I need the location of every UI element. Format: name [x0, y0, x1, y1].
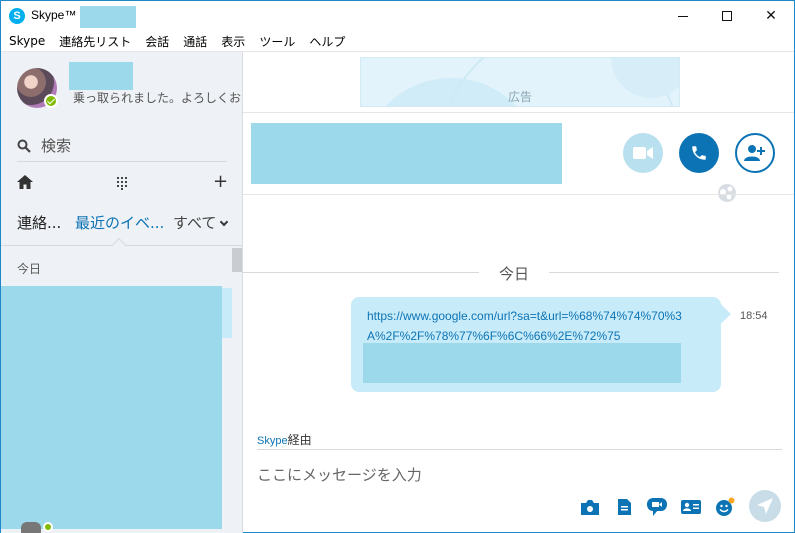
file-icon: [617, 499, 631, 515]
minimize-icon: [678, 15, 688, 17]
online-status-icon: [43, 522, 53, 532]
via-service: Skype: [257, 435, 288, 447]
redacted-title-name: [80, 6, 136, 28]
video-call-button[interactable]: [623, 133, 663, 173]
add-people-button[interactable]: [735, 133, 775, 173]
video-call-icon: [633, 147, 653, 159]
send-icon: [757, 498, 773, 514]
ad-banner[interactable]: 広告: [360, 57, 680, 107]
ad-label: 広告: [507, 90, 532, 104]
send-button[interactable]: [749, 490, 781, 522]
maximize-button[interactable]: [704, 1, 750, 31]
send-contact-button[interactable]: [681, 497, 701, 517]
sidebar-scrollbar[interactable]: [232, 248, 242, 272]
sidebar-toolbar: +: [17, 172, 228, 194]
divider: [549, 272, 779, 273]
message-link[interactable]: https://www.google.com/url?sa=t&url=%68%…: [367, 306, 687, 346]
menu-conversation[interactable]: 会話: [145, 33, 169, 50]
search-icon: [17, 139, 31, 153]
sidebar-tabs: 連絡... 最近のイベ... すべて: [1, 210, 242, 244]
menu-call[interactable]: 通話: [183, 33, 207, 50]
title-bar[interactable]: S Skype™ - ✕: [1, 1, 794, 31]
date-divider: 今日: [499, 265, 530, 283]
send-media-button[interactable]: [580, 497, 600, 517]
divider: [243, 112, 794, 113]
message-input[interactable]: [257, 464, 757, 486]
menu-view[interactable]: 表示: [221, 33, 245, 50]
redacted-profile-name[interactable]: [69, 62, 133, 90]
chevron-down-icon: [220, 217, 229, 227]
send-via-selector[interactable]: Skype経由: [257, 431, 312, 448]
menu-bar: Skype 連絡先リスト 会話 通話 表示 ツール ヘルプ: [1, 31, 794, 52]
divider: [257, 449, 782, 450]
redacted-message-text: [363, 343, 681, 383]
divider: [243, 272, 479, 273]
redacted-recent-list[interactable]: [1, 286, 222, 529]
close-icon: ✕: [765, 8, 777, 24]
home-icon[interactable]: [17, 175, 33, 189]
plus-icon[interactable]: +: [213, 173, 228, 191]
menu-skype[interactable]: Skype: [9, 34, 45, 48]
emoji-icon: [716, 497, 735, 516]
voice-call-icon: [692, 146, 706, 160]
maximize-icon: [722, 11, 732, 21]
menu-contacts[interactable]: 連絡先リスト: [59, 33, 131, 50]
dialpad-icon[interactable]: [116, 176, 128, 190]
close-button[interactable]: ✕: [748, 1, 794, 31]
divider: [243, 194, 794, 195]
skype-window: S Skype™ - ✕ Skype 連絡先リスト 会話 通話 表示 ツール ヘ…: [0, 0, 795, 533]
via-suffix: 経由: [287, 433, 312, 447]
menu-tools[interactable]: ツール: [259, 33, 295, 50]
redacted-contact-header[interactable]: [251, 123, 562, 184]
list-item-avatar: [21, 522, 41, 533]
tab-all[interactable]: すべて: [173, 212, 229, 233]
skype-logo-icon: S: [9, 8, 25, 24]
message-timestamp: 18:54: [740, 310, 768, 322]
tab-all-label: すべて: [173, 214, 217, 232]
globe-icon[interactable]: [717, 183, 737, 203]
search-box[interactable]: 検索: [17, 130, 227, 162]
mood-message[interactable]: 乗っ取られました。よろしくお...: [73, 89, 242, 106]
window-title: Skype™ -: [31, 8, 84, 22]
sidebar: 乗っ取られました。よろしくお... 検索 + 連絡... 最近のイベ... すべ…: [1, 52, 243, 533]
tab-recent[interactable]: 最近のイベ...: [75, 212, 164, 233]
add-people-icon: [744, 145, 765, 161]
media-icon: [581, 499, 599, 515]
menu-help[interactable]: ヘルプ: [309, 33, 345, 50]
video-message-button[interactable]: [647, 497, 667, 517]
chat-bubble-icon: [647, 498, 667, 516]
minimize-button[interactable]: [660, 1, 706, 31]
voice-call-button[interactable]: [679, 133, 719, 173]
online-status-icon: [44, 94, 58, 108]
contact-card-icon: [681, 500, 701, 514]
send-file-button[interactable]: [614, 497, 634, 517]
search-label: 検索: [41, 137, 72, 155]
recent-section-header: 今日: [17, 262, 42, 276]
emoticon-button[interactable]: [715, 497, 735, 517]
tab-contacts[interactable]: 連絡...: [17, 212, 61, 233]
